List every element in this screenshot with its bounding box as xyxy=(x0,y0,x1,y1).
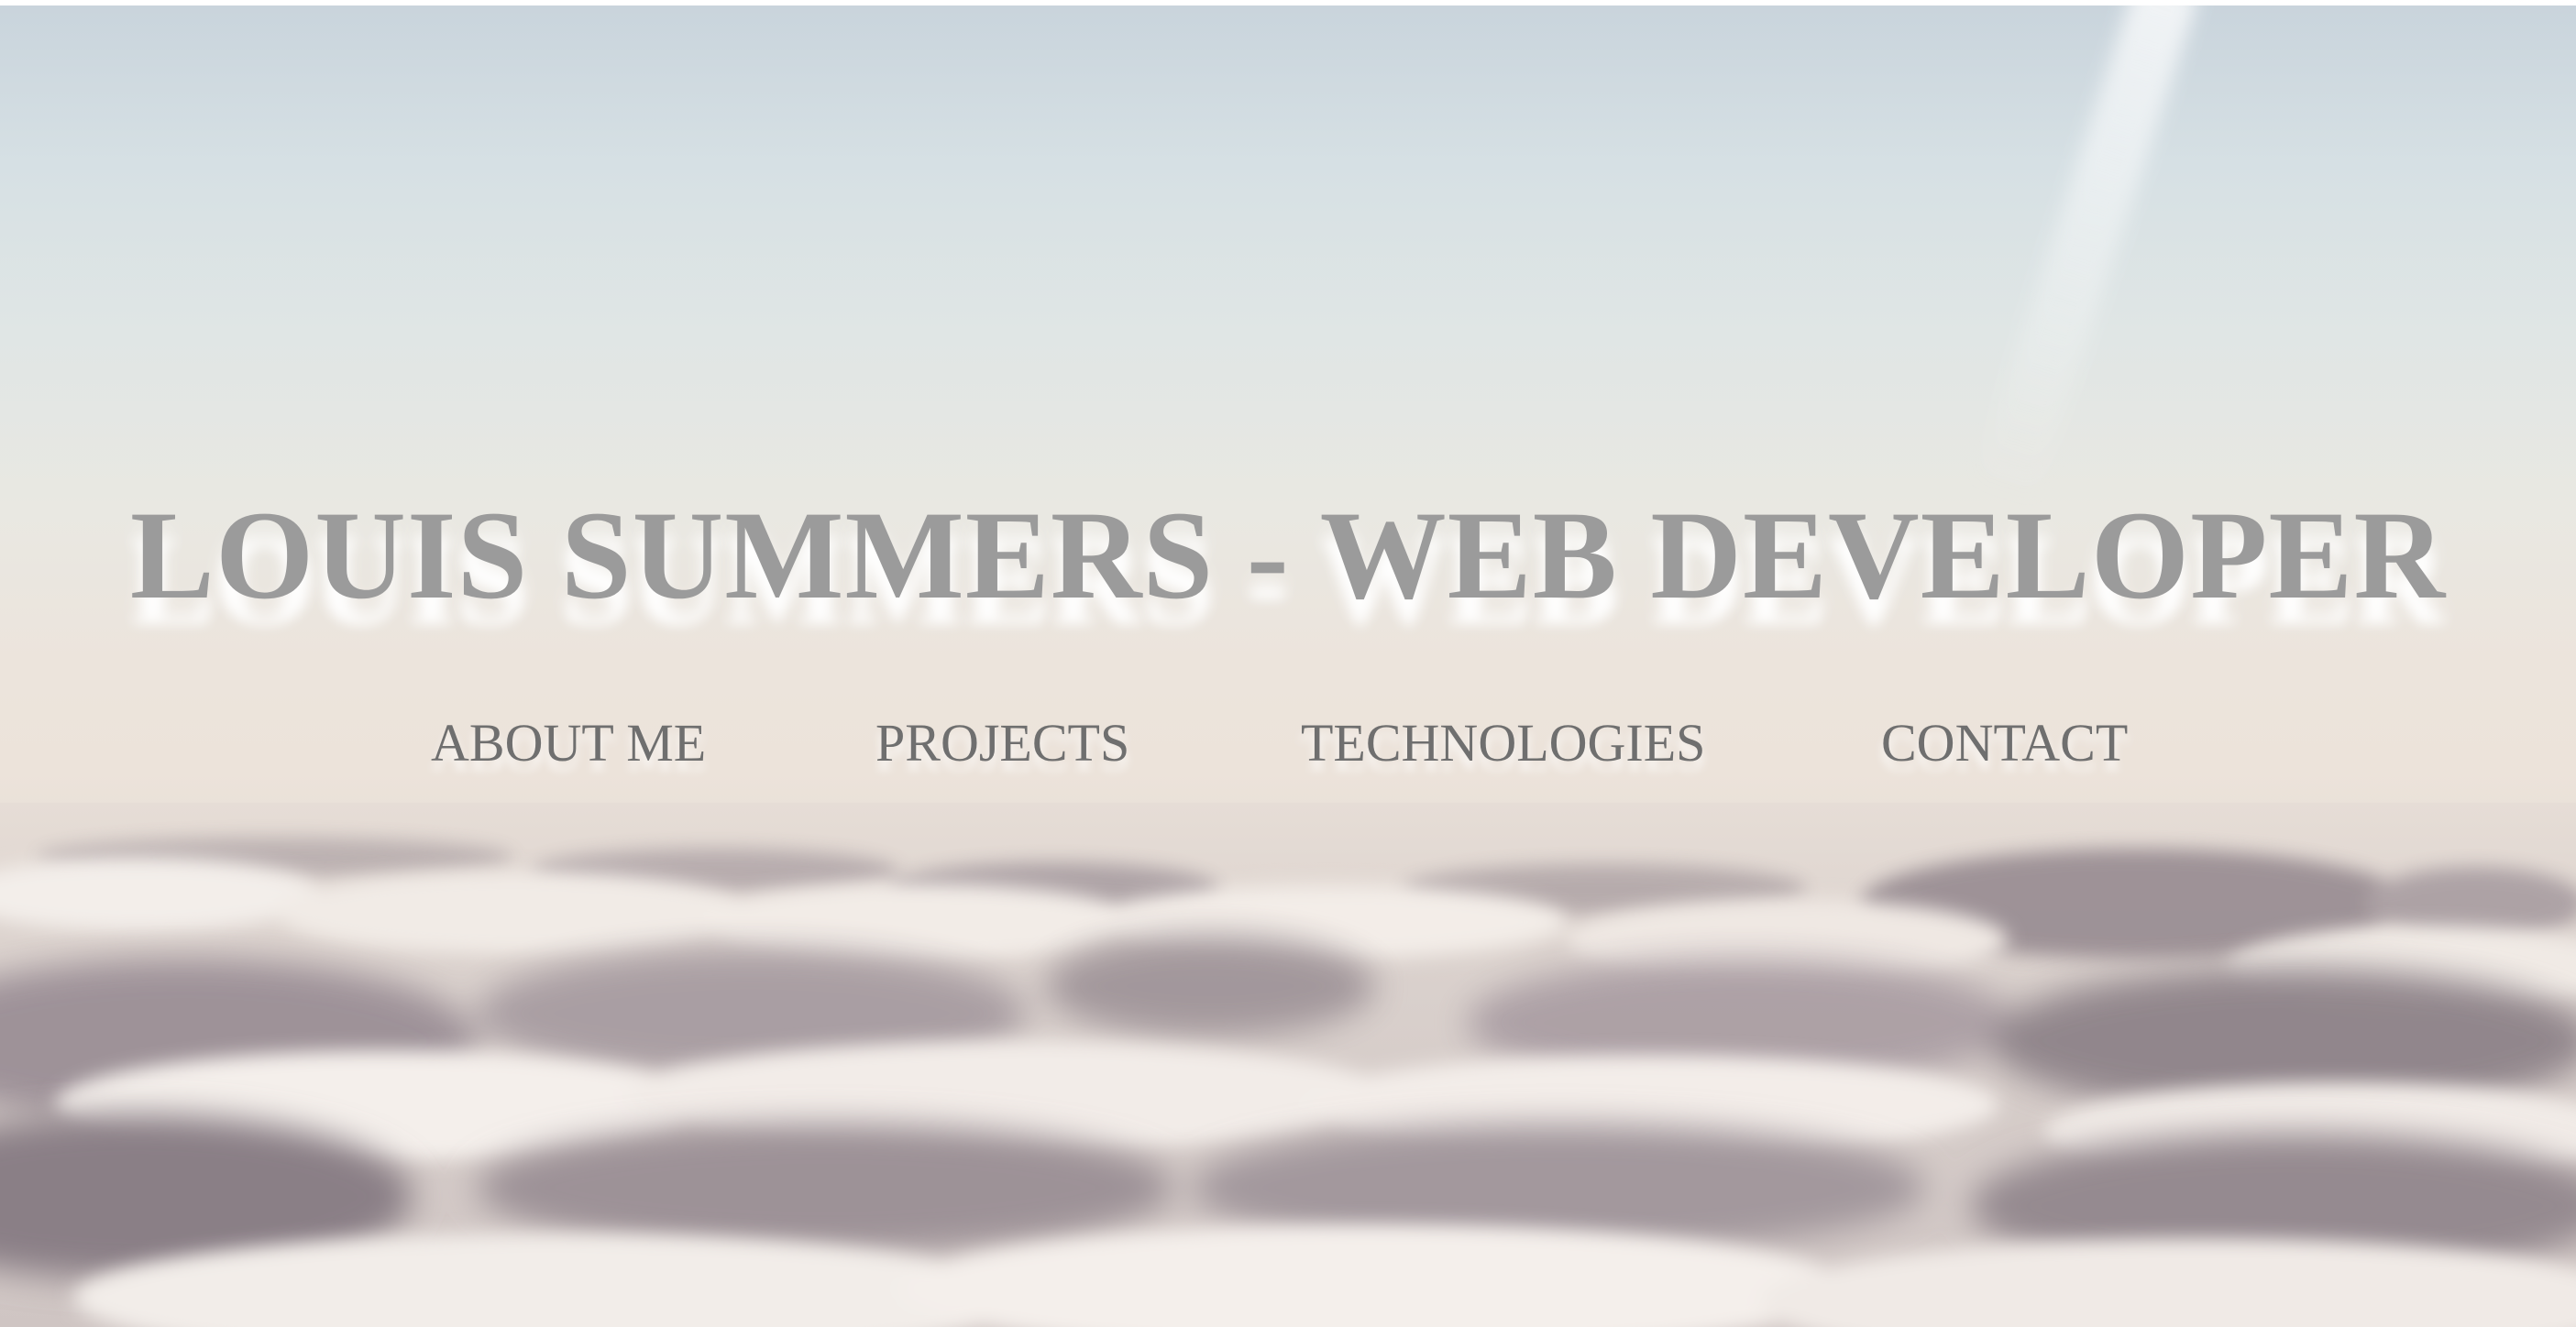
sun-ray xyxy=(1973,5,2199,503)
cloud-layer-image xyxy=(0,803,2576,1327)
nav-link-technologies[interactable]: TECHNOLOGIES xyxy=(1301,707,1705,780)
title-container: LOUIS SUMMERS - WEB DEVELOPER xyxy=(0,482,2576,629)
nav-link-about-me[interactable]: ABOUT ME xyxy=(431,707,706,780)
page-title: LOUIS SUMMERS - WEB DEVELOPER xyxy=(129,485,2447,625)
hero-section: LOUIS SUMMERS - WEB DEVELOPER ABOUT ME P… xyxy=(0,5,2576,1327)
main-nav: ABOUT ME PROJECTS TECHNOLOGIES CONTACT xyxy=(0,707,2576,780)
nav-link-projects[interactable]: PROJECTS xyxy=(875,707,1129,780)
nav-link-contact[interactable]: CONTACT xyxy=(1881,707,2128,780)
